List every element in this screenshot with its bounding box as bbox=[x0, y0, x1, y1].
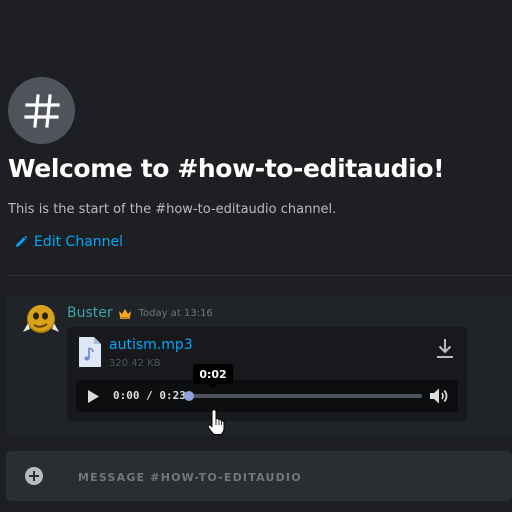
message-item: Buster Today at 13:16 autism.mp3 320.42 … bbox=[6, 295, 512, 435]
welcome-subtitle: This is the start of the #how-to-editaud… bbox=[8, 202, 337, 217]
message-header: Buster Today at 13:16 bbox=[67, 305, 213, 321]
avatar[interactable] bbox=[23, 302, 59, 338]
hand-pointer-cursor bbox=[207, 409, 225, 435]
edit-channel-link[interactable]: Edit Channel bbox=[14, 234, 123, 250]
seek-time-tooltip: 0:02 bbox=[193, 364, 233, 389]
plus-circle-icon[interactable] bbox=[25, 467, 43, 485]
welcome-title: Welcome to #how-to-editaudio! bbox=[8, 154, 445, 183]
message-input[interactable] bbox=[76, 464, 490, 490]
audio-progress-thumb[interactable] bbox=[184, 391, 194, 401]
author-name[interactable]: Buster bbox=[67, 305, 113, 321]
audio-progress-bar[interactable] bbox=[184, 391, 422, 401]
attachment-file-size: 320.42 KB bbox=[109, 358, 161, 369]
audio-file-icon bbox=[79, 337, 101, 367]
attachment-file-name[interactable]: autism.mp3 bbox=[109, 337, 193, 353]
play-icon[interactable] bbox=[86, 389, 100, 404]
download-icon[interactable] bbox=[434, 337, 456, 361]
message-composer bbox=[6, 451, 512, 501]
pencil-icon bbox=[16, 235, 28, 247]
edit-channel-label: Edit Channel bbox=[34, 234, 124, 250]
channel-hash-icon bbox=[8, 77, 75, 144]
hash-icon bbox=[23, 93, 60, 128]
audio-attachment: autism.mp3 320.42 KB 0:00 / 0:23 bbox=[67, 327, 467, 421]
crown-icon bbox=[118, 308, 131, 319]
divider bbox=[8, 275, 512, 276]
message-timestamp: Today at 13:16 bbox=[138, 307, 213, 319]
audio-time-display: 0:00 / 0:23 bbox=[113, 389, 186, 402]
volume-icon[interactable] bbox=[428, 387, 450, 405]
audio-player: 0:00 / 0:23 bbox=[76, 380, 458, 412]
